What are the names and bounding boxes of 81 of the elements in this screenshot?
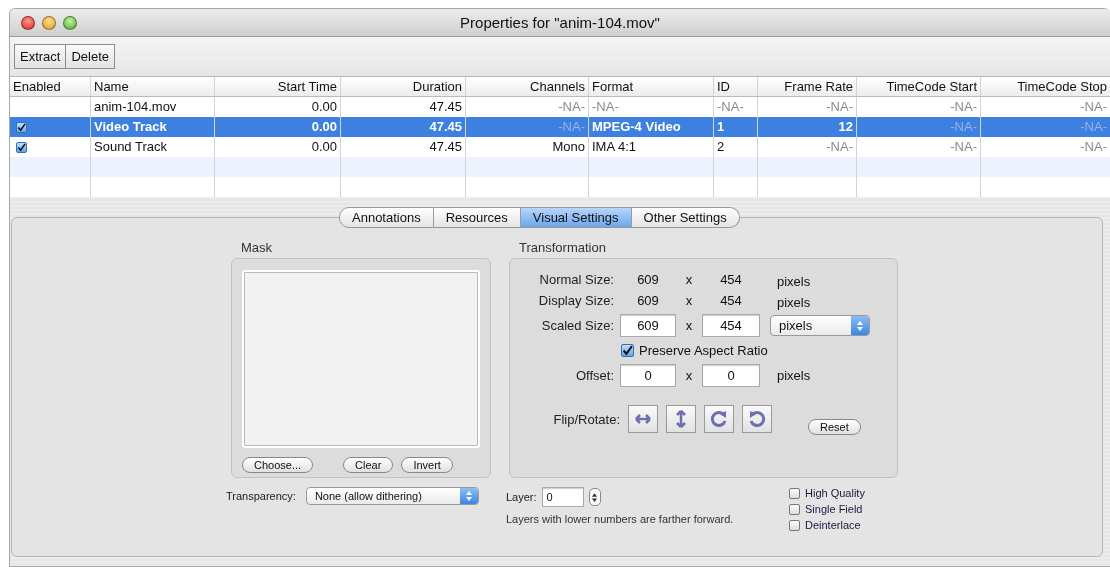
unit-label: pixels — [776, 274, 812, 289]
table-cell: Video Track — [91, 117, 215, 137]
field-label: Offset: — [574, 368, 615, 383]
input-field[interactable]: 454 — [702, 314, 760, 337]
column-header[interactable]: TimeCode Start — [857, 77, 981, 96]
checkbox-label[interactable]: Deinterlace — [805, 519, 861, 531]
column-header[interactable]: Format — [589, 77, 714, 96]
column-header[interactable]: Enabled — [10, 77, 91, 96]
checkbox-label[interactable]: Single Field — [805, 503, 863, 515]
checkbox-label[interactable]: Preserve Aspect Ratio — [639, 343, 768, 358]
toolbar-button[interactable]: Delete — [66, 45, 115, 68]
field-label: Transparency: — [226, 489, 296, 504]
input-field[interactable]: 0 — [620, 364, 676, 387]
size-value: 609 — [636, 272, 660, 287]
mask-button[interactable]: Invert — [401, 457, 453, 473]
field-label: Normal Size: — [538, 272, 615, 287]
table-cell: -NA- — [981, 117, 1110, 137]
size-value: 454 — [719, 272, 743, 287]
checkbox[interactable] — [789, 487, 800, 499]
unit-dropdown[interactable]: pixels — [770, 315, 870, 336]
zoom-button[interactable] — [63, 15, 77, 30]
counterclockwise-arrow-icon — [747, 409, 767, 429]
table-cell: -NA- — [466, 117, 589, 137]
unit-label: pixels — [776, 368, 812, 383]
table-row[interactable]: Video Track 0.00 47.45 -NA- MPEG-4 Video 1 12 -NA- -NA- — [10, 117, 1110, 137]
flip-horizontal-button[interactable] — [628, 405, 658, 433]
size-value: 609 — [636, 293, 660, 308]
table-cell: -NA- — [857, 117, 981, 137]
column-header[interactable]: Name — [91, 77, 215, 96]
unit-label: pixels — [776, 295, 812, 310]
times-sign: x — [684, 368, 694, 383]
checkbox[interactable] — [16, 121, 27, 133]
group-title: Mask — [240, 240, 274, 255]
field-label: Scaled Size: — [540, 318, 615, 333]
column-header[interactable]: Start Time — [215, 77, 341, 96]
window-title: Properties for "anim-104.mov" — [460, 14, 660, 31]
tab[interactable]: Other Settings — [631, 207, 740, 228]
table-cell: 1 — [714, 117, 758, 137]
times-sign: x — [684, 272, 694, 287]
toolbar-button[interactable]: Extract — [15, 45, 67, 68]
stepper-arrows-icon — [851, 316, 869, 335]
size-value: 454 — [719, 293, 743, 308]
table-cell: 47.45 — [341, 117, 466, 137]
flip-vertical-button[interactable] — [666, 405, 696, 433]
column-header[interactable]: Frame Rate — [758, 77, 857, 96]
checkbox[interactable] — [789, 503, 800, 515]
mask-button[interactable]: Choose... — [242, 457, 314, 473]
tab[interactable]: Resources — [433, 207, 521, 228]
tab[interactable]: Annotations — [339, 207, 434, 228]
group-title: Transformation — [518, 240, 607, 255]
reset-button[interactable]: Reset — [808, 419, 861, 435]
mask-button[interactable]: Clear — [343, 457, 394, 473]
field-label: Flip/Rotate: — [552, 411, 620, 427]
rotate-clockwise-button[interactable] — [704, 405, 734, 433]
checkbox[interactable] — [621, 344, 634, 357]
column-header[interactable]: ID — [714, 77, 758, 96]
rotate-counterclockwise-button[interactable] — [742, 405, 772, 433]
input-field[interactable]: 0 — [702, 364, 760, 387]
column-header[interactable]: TimeCode Stop — [981, 77, 1110, 96]
field-label: Layer: — [506, 490, 537, 505]
table-cell: 0.00 — [215, 117, 341, 137]
times-sign: x — [684, 318, 694, 333]
input-field[interactable]: 609 — [620, 314, 676, 337]
tab[interactable]: Visual Settings — [520, 207, 632, 228]
column-header[interactable]: Channels — [466, 77, 589, 96]
clockwise-arrow-icon — [709, 409, 729, 429]
close-button[interactable] — [21, 15, 35, 30]
field-label: Display Size: — [537, 293, 615, 308]
table-cell: MPEG-4 Video — [589, 117, 714, 137]
times-sign: x — [684, 293, 694, 308]
stepper-arrows-icon — [459, 488, 478, 504]
column-header[interactable]: Duration — [341, 77, 466, 96]
checkbox-label[interactable]: High Quality — [805, 487, 865, 499]
stepper-icon[interactable] — [588, 488, 601, 506]
minimize-button[interactable] — [42, 15, 56, 30]
checkbox[interactable] — [789, 519, 800, 531]
transparency-dropdown[interactable]: None (allow dithering) — [305, 487, 479, 505]
checkbox[interactable] — [16, 141, 27, 153]
layer-field[interactable]: 0 — [541, 487, 584, 507]
help-text: Layers with lower numbers are farther forward. — [506, 513, 735, 525]
table-cell: 12 — [758, 117, 857, 137]
